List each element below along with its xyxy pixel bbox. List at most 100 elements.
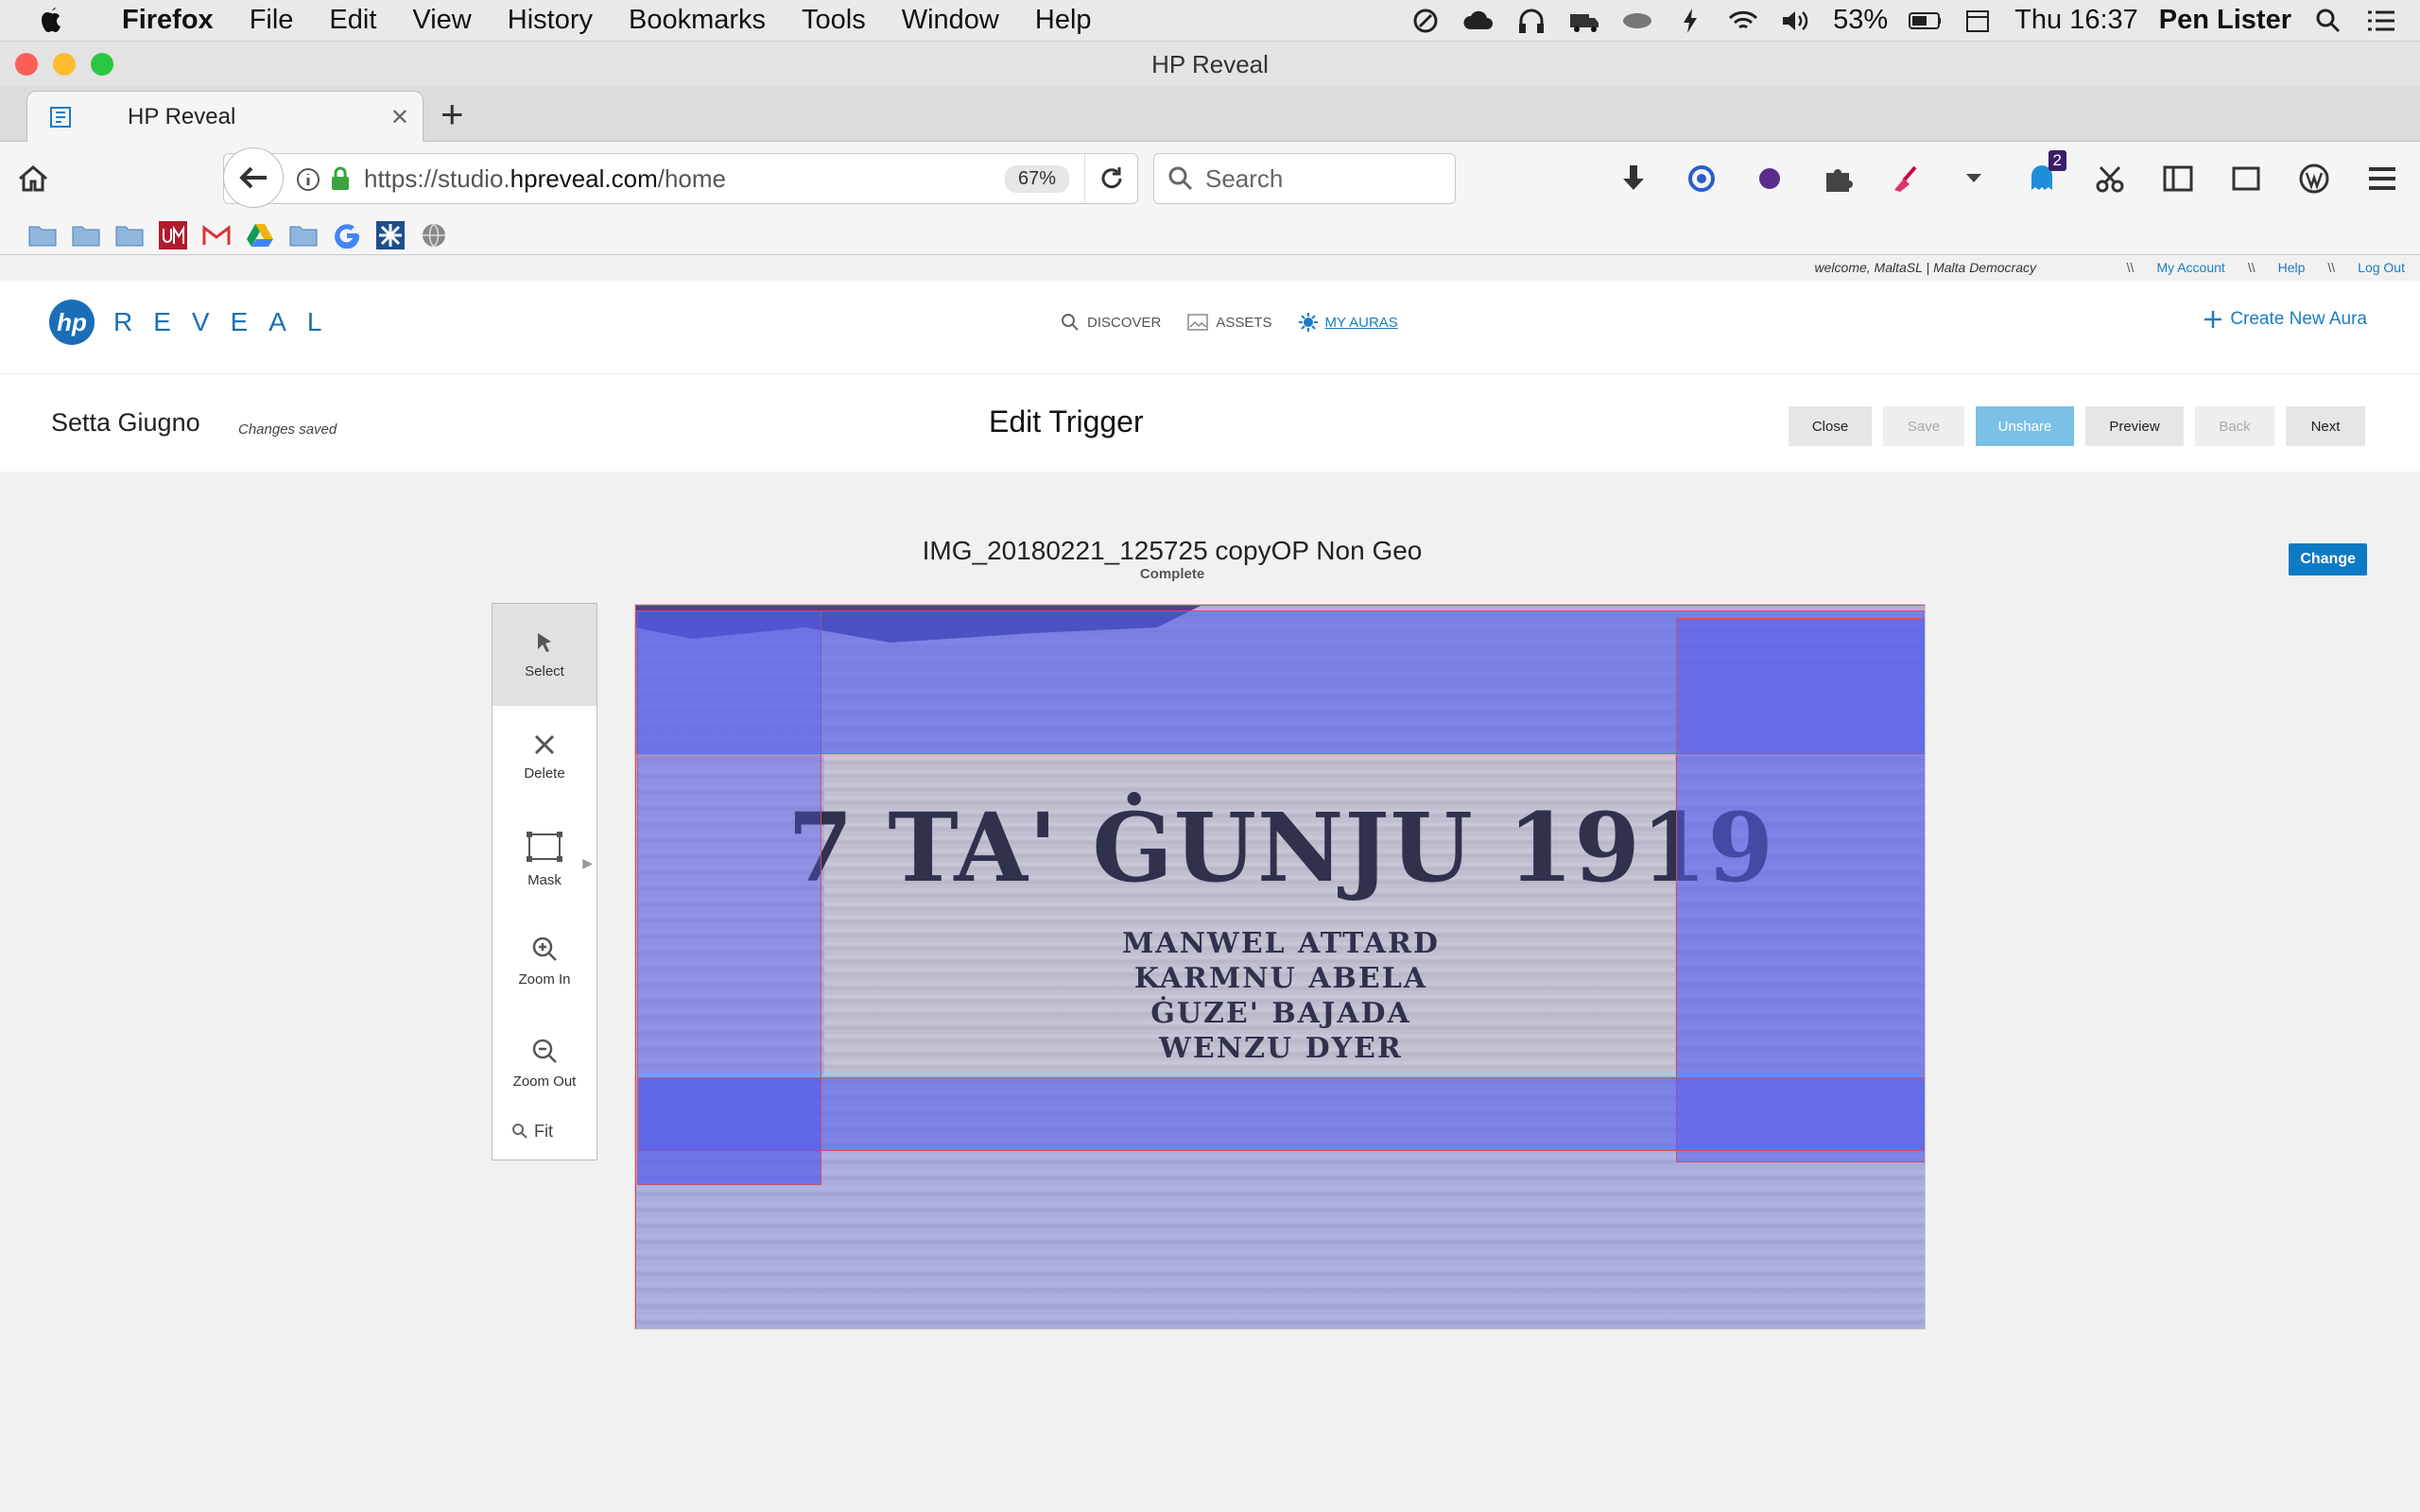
trigger-file-name: IMG_20180221_125725 copyOP Non Geo: [922, 536, 1423, 565]
nav-my-auras[interactable]: MY AURAS: [1298, 313, 1398, 332]
google-icon[interactable]: [333, 221, 361, 249]
folder-icon[interactable]: [289, 221, 318, 249]
back-button[interactable]: Back: [2195, 406, 2274, 446]
apple-menu-icon[interactable]: [0, 6, 104, 36]
sidebar-icon[interactable]: [2161, 162, 2195, 196]
broom-extension-icon[interactable]: [1889, 162, 1923, 196]
zoom-level[interactable]: 67%: [1004, 164, 1069, 193]
chevron-down-icon[interactable]: [1957, 162, 1991, 196]
zoom-out-tool[interactable]: Zoom Out: [493, 1012, 596, 1114]
gmail-icon[interactable]: [202, 221, 231, 249]
swirl-extension-icon[interactable]: [1685, 162, 1719, 196]
google-drive-icon[interactable]: [246, 221, 274, 249]
calendar-icon[interactable]: [1962, 7, 1994, 35]
virus-extension-icon[interactable]: [1753, 162, 1787, 196]
window-title: HP Reveal: [1151, 49, 1269, 78]
puzzle-extension-icon[interactable]: [1821, 162, 1855, 196]
preview-button[interactable]: Preview: [2085, 406, 2184, 446]
folder-icon[interactable]: [115, 221, 144, 249]
home-icon[interactable]: [17, 164, 49, 198]
create-new-aura-link[interactable]: Create New Aura: [2204, 309, 2367, 330]
next-button[interactable]: Next: [2286, 406, 2365, 446]
menu-history[interactable]: History: [490, 5, 611, 36]
mask-tools-palette: Select Delete Mask ▶ Zoom In Zoom Out Fi…: [492, 603, 597, 1160]
rocket-status-icon[interactable]: [1409, 7, 1442, 35]
mask-tool[interactable]: Mask: [493, 808, 596, 910]
info-icon[interactable]: [296, 167, 320, 198]
account-bar: welcome, MaltaSL | Malta Democracy \\ My…: [0, 256, 2420, 281]
zoom-in-icon: [532, 936, 557, 961]
cloud-status-icon[interactable]: [1462, 7, 1495, 35]
download-icon[interactable]: [1616, 162, 1651, 196]
menu-edit[interactable]: Edit: [311, 5, 394, 36]
change-trigger-button[interactable]: Change: [2289, 543, 2367, 576]
menu-bookmarks[interactable]: Bookmarks: [611, 5, 784, 36]
mask-region-bottom[interactable]: [639, 1077, 1925, 1151]
reload-button[interactable]: [1084, 154, 1137, 203]
zoom-window-button[interactable]: [91, 53, 113, 76]
zoom-in-tool[interactable]: Zoom In: [493, 910, 596, 1012]
volume-icon[interactable]: [1780, 7, 1812, 35]
fit-tool[interactable]: Fit: [493, 1114, 596, 1148]
bolt-status-icon[interactable]: [1674, 7, 1706, 35]
truck-status-icon[interactable]: [1568, 7, 1600, 35]
url-bar[interactable]: https://studio.hpreveal.com/home 67%: [223, 153, 1138, 204]
mask-tool-label: Mask: [527, 871, 562, 888]
save-button[interactable]: Save: [1883, 406, 1964, 446]
window-titlebar: HP Reveal: [0, 42, 2420, 87]
close-button[interactable]: Close: [1789, 406, 1872, 446]
wordpress-icon[interactable]: [2297, 162, 2331, 196]
nav-assets[interactable]: ASSETS: [1187, 313, 1272, 332]
scissors-extension-icon[interactable]: [2093, 162, 2127, 196]
notification-center-icon[interactable]: [2365, 7, 2397, 35]
menu-view[interactable]: View: [394, 5, 489, 36]
arrow-left-icon: [239, 166, 267, 189]
spotlight-icon[interactable]: [2312, 7, 2344, 35]
hamburger-menu-icon[interactable]: [2365, 162, 2399, 196]
tab-close-icon[interactable]: ✕: [390, 104, 409, 131]
globe-icon[interactable]: [420, 221, 448, 249]
delete-tool[interactable]: Delete: [493, 706, 596, 808]
flower-bookmark-icon[interactable]: [376, 220, 405, 249]
menu-tools[interactable]: Tools: [784, 5, 884, 36]
minimize-window-button[interactable]: [53, 53, 76, 76]
wifi-icon[interactable]: [1727, 7, 1759, 35]
disk-status-icon[interactable]: [1621, 7, 1653, 35]
select-tool[interactable]: Select: [493, 604, 596, 706]
site-header: hp REVEAL DISCOVER ASSETS MY AURAS Creat…: [0, 281, 2420, 373]
folder-icon[interactable]: [28, 221, 57, 249]
um-bookmark-icon[interactable]: [159, 220, 187, 249]
hp-reveal-logo[interactable]: hp REVEAL: [49, 300, 343, 345]
window-icon[interactable]: [2229, 162, 2263, 196]
create-new-aura-label: Create New Aura: [2230, 309, 2367, 329]
menu-file[interactable]: File: [232, 5, 312, 36]
new-tab-button[interactable]: +: [441, 94, 464, 134]
ghost-extension-icon[interactable]: 2: [2025, 150, 2066, 196]
back-button[interactable]: [223, 147, 284, 208]
trigger-image-canvas[interactable]: 7 TA' ĠUNJU 1919 MANWEL ATTARD KARMNU AB…: [634, 604, 1926, 1330]
menubar-clock[interactable]: Thu 16:37: [2014, 5, 2138, 36]
unshare-button[interactable]: Unshare: [1976, 406, 2074, 446]
battery-icon[interactable]: [1909, 7, 1942, 35]
my-account-link[interactable]: My Account: [2156, 260, 2224, 275]
close-window-button[interactable]: [15, 53, 38, 76]
lock-icon[interactable]: [330, 165, 351, 198]
plus-icon: [2204, 311, 2222, 328]
search-box[interactable]: Search: [1153, 153, 1456, 204]
headphones-icon[interactable]: [1515, 7, 1547, 35]
zoom-out-icon: [532, 1039, 557, 1063]
nav-discover[interactable]: DISCOVER: [1061, 313, 1161, 332]
help-link[interactable]: Help: [2278, 260, 2306, 275]
edit-bar: Setta Giugno Changes saved Edit Trigger …: [0, 373, 2420, 472]
battery-percent: 53%: [1833, 5, 1889, 35]
menu-help[interactable]: Help: [1017, 5, 1110, 36]
url-text[interactable]: https://studio.hpreveal.com/home: [364, 164, 726, 194]
log-out-link[interactable]: Log Out: [2358, 260, 2405, 275]
tab-hp-reveal[interactable]: HP Reveal ✕: [26, 91, 424, 143]
chevron-right-icon[interactable]: ▶: [582, 855, 593, 871]
menu-window[interactable]: Window: [884, 5, 1017, 36]
folder-icon[interactable]: [72, 221, 100, 249]
menu-app-name[interactable]: Firefox: [104, 5, 232, 36]
menubar-user[interactable]: Pen Lister: [2159, 5, 2291, 36]
mask-region-bottom-left[interactable]: [637, 1077, 821, 1185]
